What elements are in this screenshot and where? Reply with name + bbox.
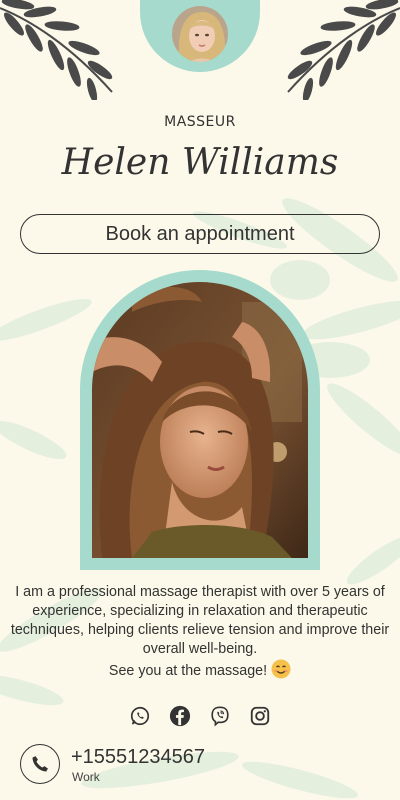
phone-icon	[32, 756, 48, 772]
facebook-icon[interactable]	[169, 705, 191, 727]
bio-paragraph: I am a professional massage therapist wi…	[10, 584, 390, 657]
social-links	[129, 704, 271, 728]
book-appointment-button[interactable]: Book an appointment	[20, 214, 380, 254]
olive-branch-left	[0, 0, 113, 100]
phone-number[interactable]: +15551234567	[71, 746, 205, 769]
avatar	[170, 4, 230, 64]
instagram-icon[interactable]	[249, 705, 271, 727]
role-label: MASSEUR	[164, 114, 236, 130]
bio-closing: See you at the massage!	[108, 663, 268, 679]
smiling-face-emoji-icon	[271, 659, 291, 685]
head-massage-photo	[92, 282, 308, 558]
viber-icon[interactable]	[209, 705, 231, 727]
phone-call-button[interactable]	[20, 744, 60, 784]
bio-closing-line: See you at the massage!	[10, 659, 390, 685]
phone-label: Work	[72, 770, 100, 784]
profile-name: Helen Williams	[61, 142, 339, 183]
whatsapp-icon[interactable]	[129, 705, 151, 727]
olive-branch-right	[287, 0, 400, 100]
bio-text-block: I am a professional massage therapist wi…	[10, 583, 390, 685]
